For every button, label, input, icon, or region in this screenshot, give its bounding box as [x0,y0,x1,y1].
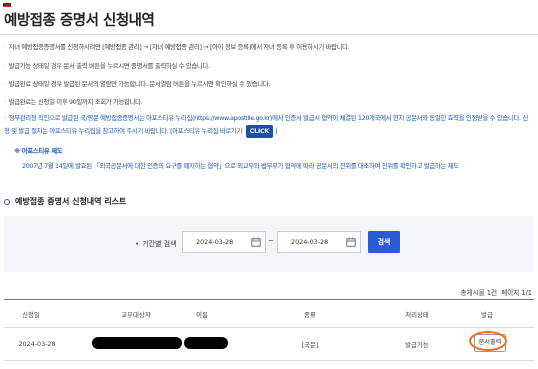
result-counts: 총게시물 1건 페이지 1/1 [456,287,532,297]
calendar-icon[interactable] [346,237,356,247]
column-header: 종류 [304,311,316,319]
column-header: 이름 [196,311,208,319]
list-section-title: 예방접종 증명서 신청내역 리스트 [4,196,126,207]
apostille-section-title: ※ 아포스티유 제도 [14,147,63,155]
divider [0,34,538,35]
circle-bullet-icon [4,198,10,205]
column-header: 신청일 [22,311,40,319]
apostille-description: 2007년 7월 14일에 발효된 「외국공문서에 대한 인증의 요구를 폐지하… [22,162,459,170]
apostille-link[interactable]: [아포스티유 누리집 바로가기 [170,127,242,135]
end-date-input[interactable]: 2024-03-28 [277,231,361,253]
page-indicator: 페이지 1/1 [501,289,532,297]
search-panel: • 기간별 검색 2024-03-28 ~ 2024-03-28 검색 [4,216,534,272]
table-header: 신청일 교부대상자 이름 종류 처리상태 발급 [4,299,534,328]
redacted-recipient [92,337,182,349]
column-header: 교부대상자 [121,311,151,319]
notice-item: · 자녀 예방접종증명서를 신청하시려면 [예방접종 관리] → [자녀 예방접종… [4,43,350,51]
korea-flag-icon [3,3,11,7]
apostille-click-button[interactable]: CLICK [245,124,274,138]
print-document-button[interactable]: 문서출력 [474,334,506,352]
start-date-input[interactable]: 2024-03-28 [182,231,266,253]
page-title: 예방접종 증명서 신청내역 [4,13,155,29]
document-type-cell: [국문] [301,341,319,349]
notice-item: · 발급완료는 신청일 이후 90일까지 조회가 가능합니다. [4,98,143,106]
search-label: • 기간별 검색 [135,240,177,248]
calendar-icon[interactable] [251,237,261,247]
notice-item: · 발급완료 상태일 경우 발급된 문서의 열람만 가능합니다. 문서열람 버튼을… [4,80,270,88]
status-cell: 발급가능 [405,341,429,349]
search-button[interactable]: 검색 [368,231,400,253]
total-count: 총게시물 1건 [460,289,498,297]
notice-item: · 발급가능 상태일 경우 문서 출력 버튼을 누르시면 증명서를 출력하실 수 … [4,62,210,70]
table-row: 2024-03-28 [국문] 발급가능 문서출력 [4,327,534,361]
apostille-notice: · 정부관리청 직인으로 발급된 국/영문 예방접종증명서는 아포스티유 누리집(… [4,113,530,138]
request-date-cell: 2024-03-28 [18,340,56,348]
date-range-separator: ~ [268,237,274,245]
column-header: 처리상태 [405,311,429,319]
redacted-name [184,337,228,349]
column-header: 발급 [481,311,493,319]
